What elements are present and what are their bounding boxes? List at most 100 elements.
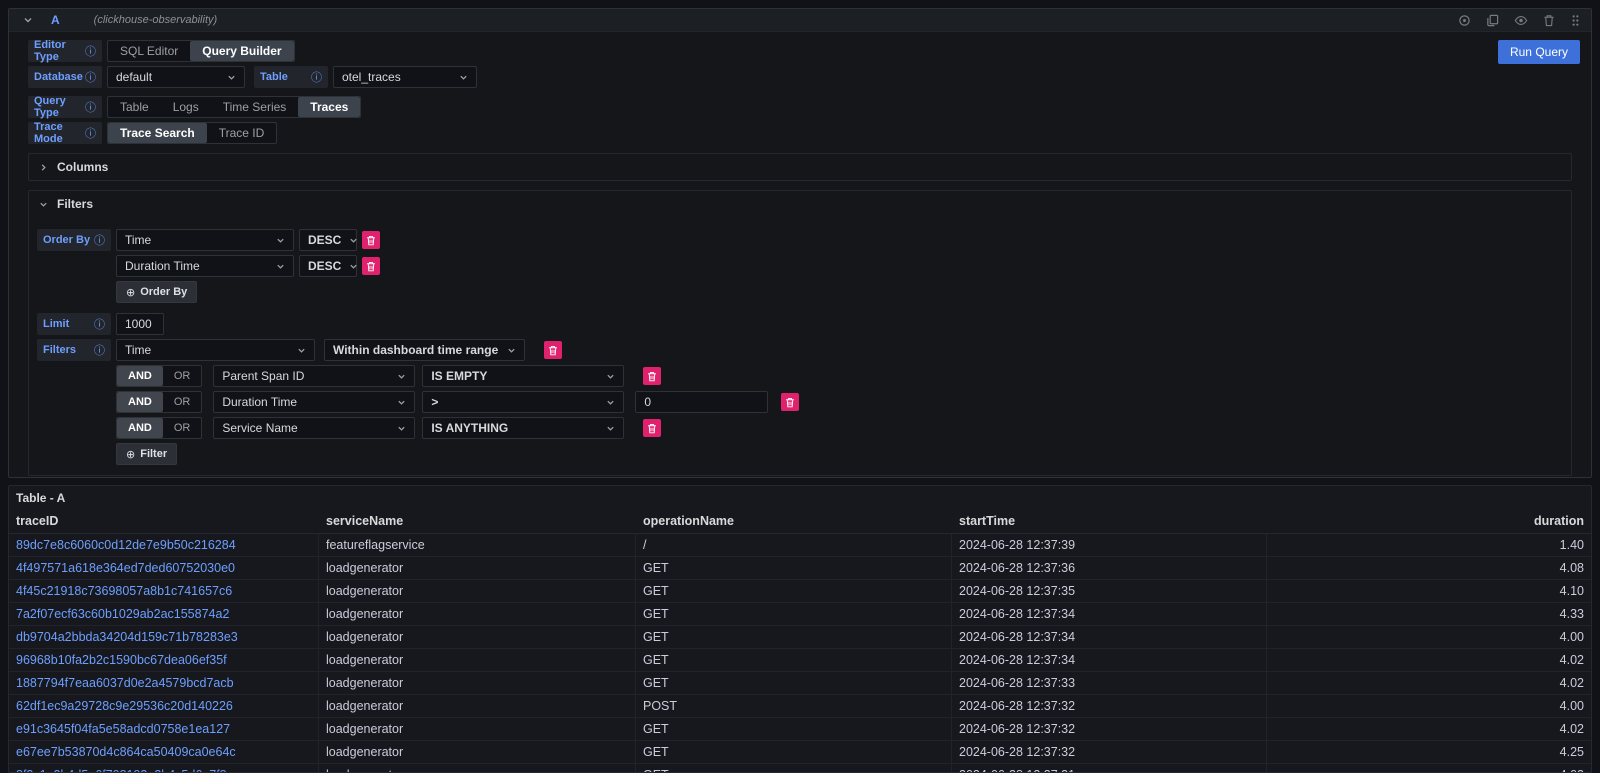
trace-id-link[interactable]: 62df1ec9a29728c9e29536c20d140226	[9, 695, 319, 717]
bool-operator-group: AND OR	[116, 417, 202, 439]
trace-id-link[interactable]: 96968b10fa2b2c1590bc67dea06ef35f	[9, 649, 319, 671]
remove-filter-button[interactable]	[544, 341, 562, 359]
add-order-by-button[interactable]: ⊕ Order By	[116, 281, 197, 303]
trace-mode-radio-group: Trace Search Trace ID	[107, 122, 277, 144]
duration-cell: 4.25	[1267, 741, 1591, 763]
order-by-label: Order By ⓘ	[37, 229, 111, 251]
remove-order-by-button[interactable]	[362, 257, 380, 275]
filter-field-select[interactable]: Time	[116, 339, 315, 361]
operation-name-cell: GET	[636, 626, 952, 648]
order-by-direction-select[interactable]: DESC	[299, 255, 357, 277]
table-select[interactable]: otel_traces	[333, 66, 477, 88]
chevron-right-icon	[39, 163, 48, 172]
info-icon[interactable]: ⓘ	[85, 43, 96, 59]
remove-filter-button[interactable]	[643, 367, 661, 385]
trace-mode-trace-search[interactable]: Trace Search	[108, 123, 207, 143]
trace-id-link[interactable]: 89dc7e8c6060c0d12de7e9b50c216284	[9, 534, 319, 556]
remove-filter-button[interactable]	[643, 419, 661, 437]
service-name-cell: loadgenerator	[319, 649, 636, 671]
editor-type-query-builder[interactable]: Query Builder	[190, 41, 293, 61]
start-time-cell: 2024-06-28 12:37:32	[952, 695, 1267, 717]
circle-plus-icon: ⊕	[126, 448, 135, 461]
info-icon[interactable]: ⓘ	[94, 342, 105, 358]
start-time-cell: 2024-06-28 12:37:32	[952, 741, 1267, 763]
service-name-cell: loadgenerator	[319, 580, 636, 602]
column-header-starttime[interactable]: startTime	[952, 510, 1267, 533]
column-header-duration[interactable]: duration	[1267, 510, 1591, 533]
info-icon[interactable]: ⓘ	[311, 69, 322, 85]
add-filter-button[interactable]: ⊕ Filter	[116, 443, 177, 465]
bool-and-option[interactable]: AND	[117, 366, 163, 386]
trace-mode-trace-id[interactable]: Trace ID	[207, 123, 277, 143]
info-icon[interactable]: ⓘ	[85, 125, 96, 141]
trace-id-link[interactable]: e67ee7b53870d4c864ca50409ca0e64c	[9, 741, 319, 763]
editor-type-sql-editor[interactable]: SQL Editor	[108, 41, 190, 61]
filter-operator-select[interactable]: Within dashboard time range	[324, 339, 525, 361]
query-editor-panel: A (clickhouse-observability) Run Query	[8, 8, 1592, 478]
column-header-operationname[interactable]: operationName	[636, 510, 952, 533]
help-icon[interactable]	[1458, 14, 1471, 27]
trace-id-link[interactable]: db9704a2bbda34204d159c71b78283e3	[9, 626, 319, 648]
bool-operator-group: AND OR	[116, 365, 202, 387]
filter-operator-select[interactable]: IS EMPTY	[422, 365, 624, 387]
query-type-table[interactable]: Table	[108, 97, 161, 117]
duration-cell: 4.02	[1267, 649, 1591, 671]
columns-section-header[interactable]: Columns	[29, 154, 1571, 180]
query-type-radio-group: Table Logs Time Series Traces	[107, 96, 361, 118]
info-icon[interactable]: ⓘ	[94, 232, 105, 248]
info-icon[interactable]: ⓘ	[94, 316, 105, 332]
trace-mode-label: Trace Mode ⓘ	[28, 122, 102, 144]
remove-order-by-button[interactable]	[362, 231, 380, 249]
order-by-direction-select[interactable]: DESC	[299, 229, 357, 251]
trace-id-link[interactable]: 8f3c1a2b4d5e6f708192a3b4c5d6e7f8	[9, 764, 319, 773]
column-header-servicename[interactable]: serviceName	[319, 510, 636, 533]
trace-id-link[interactable]: 7a2f07ecf63c60b1029ab2ac155874a2	[9, 603, 319, 625]
start-time-cell: 2024-06-28 12:37:32	[952, 718, 1267, 740]
table-panel: Table - A traceID serviceName operationN…	[8, 485, 1592, 773]
filter-operator-select[interactable]: >	[422, 391, 624, 413]
trace-id-link[interactable]: e91c3645f04fa5e58adcd0758e1ea127	[9, 718, 319, 740]
bool-and-option[interactable]: AND	[117, 392, 163, 412]
query-type-time-series[interactable]: Time Series	[211, 97, 299, 117]
limit-input[interactable]	[116, 313, 164, 335]
chevron-down-icon	[606, 372, 615, 381]
order-by-field-select[interactable]: Duration Time	[116, 255, 294, 277]
filter-field-select[interactable]: Service Name	[213, 417, 415, 439]
filter-operator-select[interactable]: IS ANYTHING	[422, 417, 624, 439]
duration-cell: 4.02	[1267, 764, 1591, 773]
trace-id-link[interactable]: 1887794f7eaa6037d0e2a4579bcd7acb	[9, 672, 319, 694]
bool-and-option[interactable]: AND	[117, 418, 163, 438]
drag-handle-icon[interactable]	[1570, 14, 1581, 27]
column-header-traceid[interactable]: traceID	[9, 510, 319, 533]
order-by-field-select[interactable]: Time	[116, 229, 294, 251]
trace-id-link[interactable]: 4f45c21918c73698057a8b1c741657c6	[9, 580, 319, 602]
query-type-traces[interactable]: Traces	[298, 97, 360, 117]
bool-or-option[interactable]: OR	[163, 418, 202, 438]
table-label: Table ⓘ	[254, 66, 328, 88]
bool-or-option[interactable]: OR	[163, 366, 202, 386]
start-time-cell: 2024-06-28 12:37:34	[952, 649, 1267, 671]
table-row: e91c3645f04fa5e58adcd0758e1ea127 loadgen…	[9, 718, 1591, 741]
info-icon[interactable]: ⓘ	[85, 99, 96, 115]
start-time-cell: 2024-06-28 12:37:34	[952, 626, 1267, 648]
trace-id-link[interactable]: 4f497571a618e364ed7ded60752030e0	[9, 557, 319, 579]
results-table: traceID serviceName operationName startT…	[9, 510, 1591, 773]
collapse-chevron-icon[interactable]	[23, 15, 33, 25]
filter-field-select[interactable]: Parent Span ID	[213, 365, 415, 387]
service-name-cell: loadgenerator	[319, 741, 636, 763]
remove-filter-button[interactable]	[781, 393, 799, 411]
filter-field-select[interactable]: Duration Time	[213, 391, 415, 413]
duplicate-query-icon[interactable]	[1486, 14, 1499, 27]
filter-value-input[interactable]	[635, 391, 768, 413]
filters-section-header[interactable]: Filters	[29, 191, 1571, 217]
bool-or-option[interactable]: OR	[163, 392, 202, 412]
hide-query-eye-icon[interactable]	[1514, 14, 1528, 27]
database-select[interactable]: default	[107, 66, 245, 88]
run-query-button[interactable]: Run Query	[1498, 40, 1580, 64]
editor-type-radio-group: SQL Editor Query Builder	[107, 40, 295, 62]
delete-query-trash-icon[interactable]	[1543, 14, 1555, 27]
query-type-logs[interactable]: Logs	[161, 97, 211, 117]
info-icon[interactable]: ⓘ	[85, 69, 96, 85]
table-row: 1887794f7eaa6037d0e2a4579bcd7acb loadgen…	[9, 672, 1591, 695]
operation-name-cell: GET	[636, 741, 952, 763]
